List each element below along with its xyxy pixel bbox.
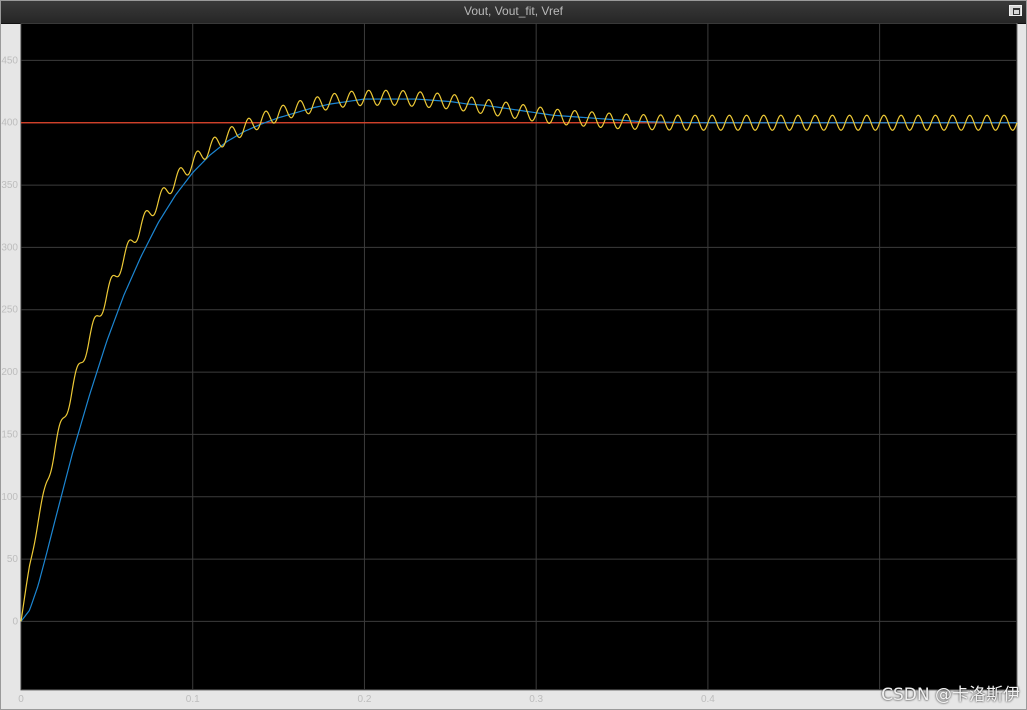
title-bar: Vout, Vout_fit, Vref	[1, 1, 1026, 24]
x-tick-label: 0.3	[529, 694, 543, 705]
y-tick-label: 450	[1, 55, 18, 66]
y-tick-label: 50	[7, 554, 19, 565]
x-tick-label: 0.2	[357, 694, 371, 705]
x-tick-label: 0	[18, 694, 24, 705]
y-tick-label: 400	[1, 118, 18, 129]
y-tick-label: 250	[1, 305, 18, 316]
restore-window-icon[interactable]	[1009, 5, 1022, 16]
scope-window: Vout, Vout_fit, Vref 0 50 100 150 200 250 300 3…	[0, 0, 1027, 710]
chart: 0 50 100 150 200 250 300 350 400 450 0 0.1 0.2 0.3 0.4	[1, 23, 1018, 705]
y-tick-label: 100	[1, 492, 18, 503]
y-tick-label: 350	[1, 180, 18, 191]
x-tick-label: 0.4	[701, 694, 715, 705]
x-tick-label: 0.1	[186, 694, 200, 705]
y-tick-label: 300	[1, 242, 18, 253]
plot-title: Vout, Vout_fit, Vref	[464, 4, 563, 18]
y-tick-label: 150	[1, 429, 18, 440]
watermark: CSDN @卡洛斯伊	[881, 685, 1020, 705]
y-tick-label: 200	[1, 367, 18, 378]
y-tick-label: 0	[12, 616, 18, 627]
